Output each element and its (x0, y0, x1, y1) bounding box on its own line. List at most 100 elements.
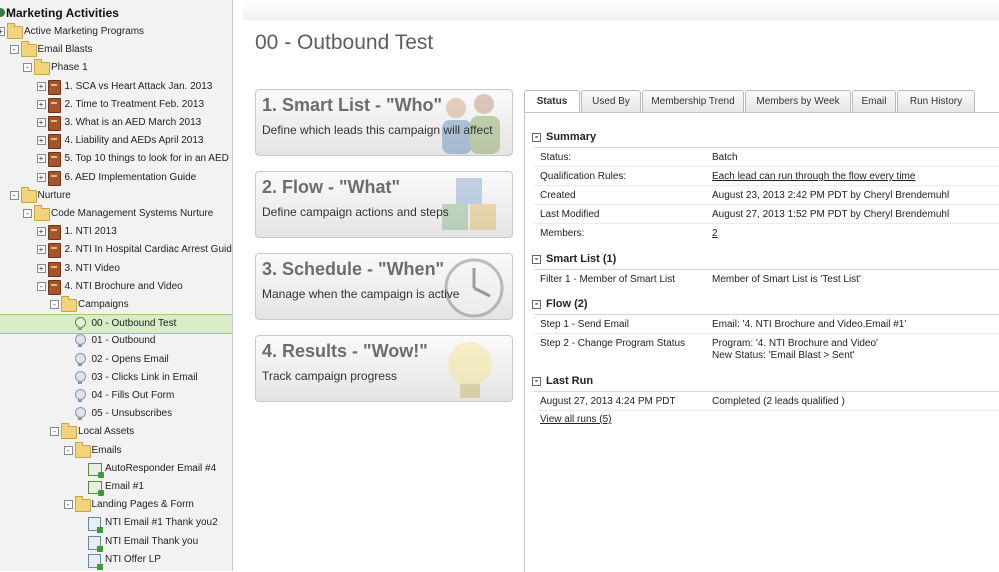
tree-item[interactable]: +3. NTI Video (0, 260, 232, 278)
schedule-card[interactable]: 3. Schedule - "When" Manage when the cam… (255, 253, 513, 320)
collapse-icon[interactable]: - (9, 45, 19, 55)
tree-item[interactable]: NTI Email #1 Thank you2 (0, 514, 232, 534)
folder-icon (34, 205, 50, 221)
tree-item-label: 03 - Clicks Link in Email (91, 371, 198, 383)
step-1-value: Email: '4. NTI Brochure and Video.Email … (712, 319, 907, 330)
email-icon (88, 462, 104, 478)
tree-item[interactable]: +6. AED Implementation Guide (0, 169, 232, 187)
tree-item-label: 3. NTI Video (64, 262, 120, 274)
tree-item-label: 2. Time to Treatment Feb. 2013 (64, 98, 205, 110)
expand-icon[interactable]: + (0, 27, 5, 36)
landing-page-icon (88, 553, 103, 570)
program-icon (47, 116, 61, 131)
tab-membership-trend[interactable]: Membership Trend (642, 90, 744, 112)
collapse-icon[interactable]: - (532, 377, 541, 386)
section-title: Last Run (546, 375, 594, 387)
tree-item[interactable]: +1. NTI 2013 (0, 223, 232, 241)
collapse-icon[interactable]: - (23, 209, 32, 218)
tree-item[interactable]: - Local Assets (0, 423, 232, 441)
tree-item[interactable]: NTI Email Thank you (0, 533, 232, 552)
marketing-icon (0, 8, 5, 17)
tree-item[interactable]: 03 - Clicks Link in Email (0, 369, 232, 387)
tab-status[interactable]: Status (524, 90, 580, 113)
tree-item-label: Active Marketing Programs (24, 26, 145, 37)
collapse-icon[interactable]: - (63, 445, 73, 455)
folder-icon (34, 59, 50, 76)
tree-item[interactable]: 04 - Fills Out Form (0, 387, 232, 405)
expand-icon[interactable]: + (36, 263, 46, 273)
smart-list-card[interactable]: 1. Smart List - "Who" Define which leads… (255, 89, 513, 156)
results-card[interactable]: 4. Results - "Wow!" Track campaign progr… (255, 335, 513, 402)
members-link[interactable]: 2 (712, 228, 718, 239)
card-title: 4. Results - "Wow!" (262, 341, 428, 361)
tab-members-by-week[interactable]: Members by Week (745, 90, 851, 112)
tree-item[interactable]: - 4. NTI Brochure and Video (0, 278, 232, 296)
expand-icon[interactable]: + (36, 136, 46, 146)
tree-item[interactable]: - Email Blasts (0, 41, 232, 59)
collapse-icon[interactable]: - (63, 500, 73, 510)
tree-item[interactable]: +5. Top 10 things to look for in an AED … (0, 150, 232, 168)
tree-item[interactable]: 00 - Outbound Test (0, 314, 232, 335)
tree-item[interactable]: - Nurture (0, 186, 232, 205)
tree-item[interactable]: 02 - Opens Email (0, 351, 232, 369)
tree-item[interactable]: - Code Management Systems Nurture (0, 205, 232, 223)
expand-icon[interactable]: + (36, 227, 46, 237)
tree-item[interactable]: +4. Liability and AEDs April 2013 (0, 132, 232, 150)
page-title: 00 - Outbound Test (255, 31, 434, 54)
collapse-icon[interactable]: - (36, 281, 46, 291)
tree-item[interactable]: 05 - Unsubscribes (0, 405, 232, 423)
email-icon (88, 481, 104, 496)
program-icon (47, 279, 61, 295)
flow-card[interactable]: 2. Flow - "What" Define campaign actions… (255, 171, 513, 238)
tree-item[interactable]: - Emails (0, 441, 232, 460)
tree-item-label: Code Management Systems Nurture (51, 208, 214, 219)
view-all-runs-link[interactable]: View all runs (5) (540, 414, 612, 425)
tree-item[interactable]: +2. NTI In Hospital Cardiac Arrest Guide (0, 241, 232, 259)
program-icon (47, 134, 61, 150)
card-subtitle: Define which leads this campaign will af… (262, 123, 493, 137)
expand-icon[interactable]: + (36, 172, 46, 182)
tree-item[interactable]: - Campaigns (0, 296, 232, 314)
step-2-label: Step 2 - Change Program Status (540, 338, 686, 349)
expand-icon[interactable]: + (36, 245, 46, 255)
tree-item[interactable]: +1. SCA vs Heart Attack Jan. 2013 (0, 78, 232, 96)
tree-item-label: Campaigns (78, 299, 129, 310)
qualification-rules-link[interactable]: Each lead can run through the flow every… (712, 171, 915, 182)
section-title: Smart List (1) (546, 253, 617, 265)
tree-item-label: 4. NTI Brochure and Video (64, 280, 183, 292)
expand-icon[interactable]: + (36, 118, 46, 127)
divider (534, 410, 999, 411)
tree-item[interactable]: AutoResponder Email #4 (0, 460, 232, 478)
campaign-icon (74, 317, 86, 331)
tree-item[interactable]: +3. What is an AED March 2013 (0, 114, 232, 132)
folder-icon (7, 23, 23, 39)
divider (534, 147, 999, 148)
tab-email[interactable]: Email (852, 90, 896, 112)
tree-item[interactable]: 01 - Outbound (0, 332, 232, 350)
program-icon (47, 152, 61, 168)
tab-run-history[interactable]: Run History (897, 90, 975, 112)
collapse-icon[interactable]: - (50, 427, 59, 437)
collapse-icon[interactable]: - (23, 63, 32, 73)
expand-icon[interactable]: + (36, 81, 46, 91)
tree-item[interactable]: +2. Time to Treatment Feb. 2013 (0, 96, 232, 114)
tree-item[interactable]: NTI Offer LP (0, 551, 232, 570)
collapse-icon[interactable]: - (532, 255, 541, 264)
collapse-icon[interactable]: - (50, 300, 59, 309)
tree-item[interactable]: - Phase 1 (0, 59, 232, 77)
expand-icon[interactable]: + (36, 154, 46, 164)
collapse-icon[interactable]: - (9, 190, 19, 200)
landing-page-icon (88, 535, 103, 552)
tab-used-by[interactable]: Used By (581, 90, 641, 112)
expand-icon[interactable]: + (36, 99, 46, 109)
collapse-icon[interactable]: - (532, 300, 541, 309)
folder-icon (61, 296, 77, 312)
collapse-icon[interactable]: - (532, 133, 541, 142)
tree-item-label: 3. What is an AED March 2013 (64, 117, 202, 128)
tree-item[interactable]: - Landing Pages & Form (0, 496, 232, 514)
tree-item[interactable]: Email #1 (0, 478, 232, 496)
tree-item-label: 04 - Fills Out Form (91, 390, 175, 401)
tree-item[interactable]: + Active Marketing Programs (0, 23, 232, 41)
divider (534, 166, 999, 167)
step-1-label: Step 1 - Send Email (540, 319, 629, 330)
